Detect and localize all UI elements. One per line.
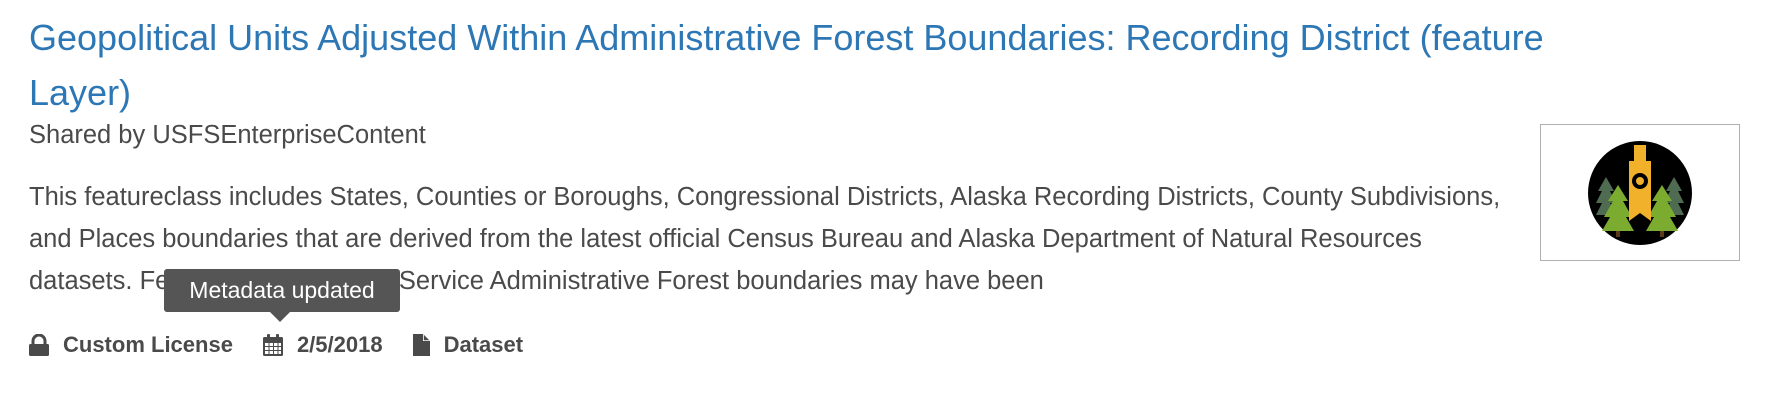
item-type-label: Dataset xyxy=(443,332,524,357)
item-type-info[interactable]: Dataset xyxy=(412,332,524,358)
search-result-card: Geopolitical Units Adjusted Within Admin… xyxy=(0,0,1792,410)
tooltip-arrow xyxy=(270,312,290,322)
metadata-updated-tooltip: Metadata updated xyxy=(164,269,400,312)
updated-date-label: 2/5/2018 xyxy=(296,332,383,357)
file-icon xyxy=(412,334,430,356)
calendar-icon xyxy=(262,334,283,356)
license-info[interactable]: Custom License xyxy=(29,332,233,358)
license-label: Custom License xyxy=(63,332,233,357)
forest-service-badge-icon xyxy=(1588,140,1692,245)
item-thumbnail[interactable] xyxy=(1540,124,1740,261)
shared-by-text: Shared by USFSEnterpriseContent xyxy=(29,121,426,149)
item-meta-row: Custom License 2/5/2018 Dataset xyxy=(29,329,553,361)
updated-date-info[interactable]: 2/5/2018 xyxy=(262,332,383,358)
item-title-link[interactable]: Geopolitical Units Adjusted Within Admin… xyxy=(29,10,1549,120)
lock-icon xyxy=(29,334,49,356)
